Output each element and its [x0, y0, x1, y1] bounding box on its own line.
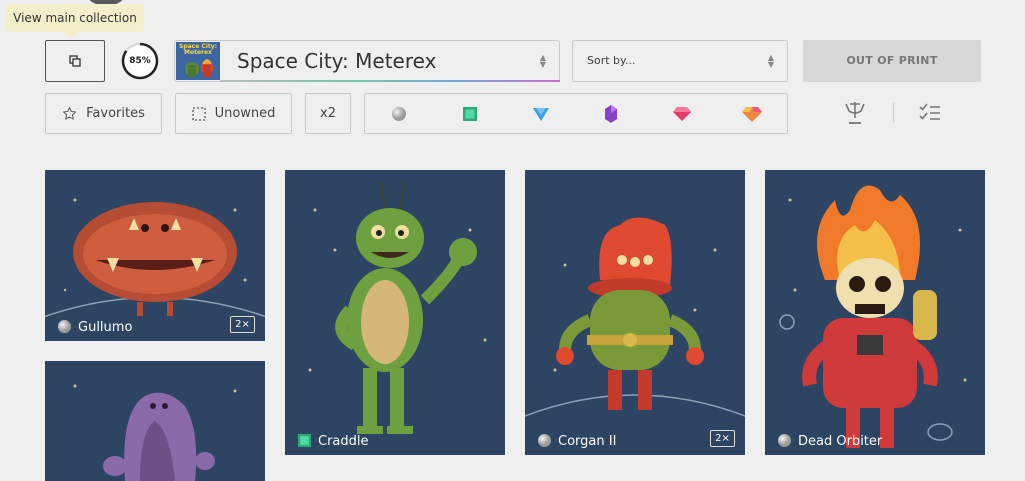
updown-icon: ▲ ▼ [767, 53, 775, 69]
dashed-square-icon [191, 106, 206, 121]
rarity-legendary-icon[interactable] [672, 104, 692, 124]
copy-icon [69, 55, 81, 67]
tooltip-arrow [64, 32, 78, 38]
card-name: Corgan II [558, 434, 617, 449]
set-rarity-underline [220, 80, 560, 82]
favorites-label: Favorites [86, 106, 145, 121]
collection-progress: 85% [120, 41, 160, 81]
card-corgan-ii[interactable]: Corgan II 2× [525, 170, 745, 455]
set-thumbnail: Space City: Meterex [176, 42, 220, 80]
favorites-filter-button[interactable]: Favorites [45, 93, 162, 134]
sort-select-placeholder: Sort by... [587, 54, 636, 67]
out-of-print-badge: OUT OF PRINT [803, 40, 981, 82]
duplicate-badge: 2× [710, 430, 735, 447]
tooltip: View main collection [6, 4, 144, 32]
updown-icon: ▲ ▼ [539, 53, 547, 69]
card-craddle[interactable]: Craddle [285, 170, 505, 455]
card-rarity-icon [57, 319, 72, 334]
rarity-filter-bar [364, 93, 788, 134]
progress-percent: 85% [129, 56, 151, 66]
card-partial[interactable] [45, 361, 265, 481]
card-name: Gullumo [78, 320, 133, 335]
duplicate-badge: 2× [230, 316, 255, 333]
rarity-rare-icon[interactable] [531, 104, 551, 124]
rarity-uncommon-icon[interactable] [460, 104, 480, 124]
duplicates-filter-button[interactable]: x2 [305, 93, 351, 134]
card-name: Craddle [318, 434, 369, 449]
card-art [285, 170, 505, 455]
checklist-icon[interactable] [918, 102, 942, 124]
unowned-filter-button[interactable]: Unowned [175, 93, 292, 134]
unowned-label: Unowned [214, 106, 276, 121]
set-thumbnail-title: Space City: Meterex [178, 43, 218, 56]
card-gullumo[interactable]: Gullumo 2× [45, 170, 265, 341]
rarity-epic-icon[interactable] [601, 104, 621, 124]
card-art [45, 361, 265, 481]
rarity-common-icon[interactable] [389, 104, 409, 124]
set-select[interactable]: Space City: Meterex Space City: Meterex … [174, 40, 560, 82]
card-name: Dead Orbiter [798, 434, 883, 449]
rarity-mythic-icon[interactable] [742, 104, 762, 124]
card-art [525, 170, 745, 455]
sort-select[interactable]: Sort by... ▲ ▼ [572, 40, 788, 82]
set-select-value: Space City: Meterex [237, 49, 437, 73]
card-rarity-icon [537, 433, 552, 448]
card-rarity-icon [297, 433, 312, 448]
card-art [765, 170, 985, 455]
duplicates-label: x2 [320, 106, 336, 121]
card-rarity-icon [777, 433, 792, 448]
card-dead-orbiter[interactable]: Dead Orbiter [765, 170, 985, 455]
view-main-collection-button[interactable] [45, 40, 105, 82]
toolbar-divider [893, 103, 894, 123]
star-icon [62, 106, 77, 121]
trophy-icon[interactable] [843, 100, 867, 126]
